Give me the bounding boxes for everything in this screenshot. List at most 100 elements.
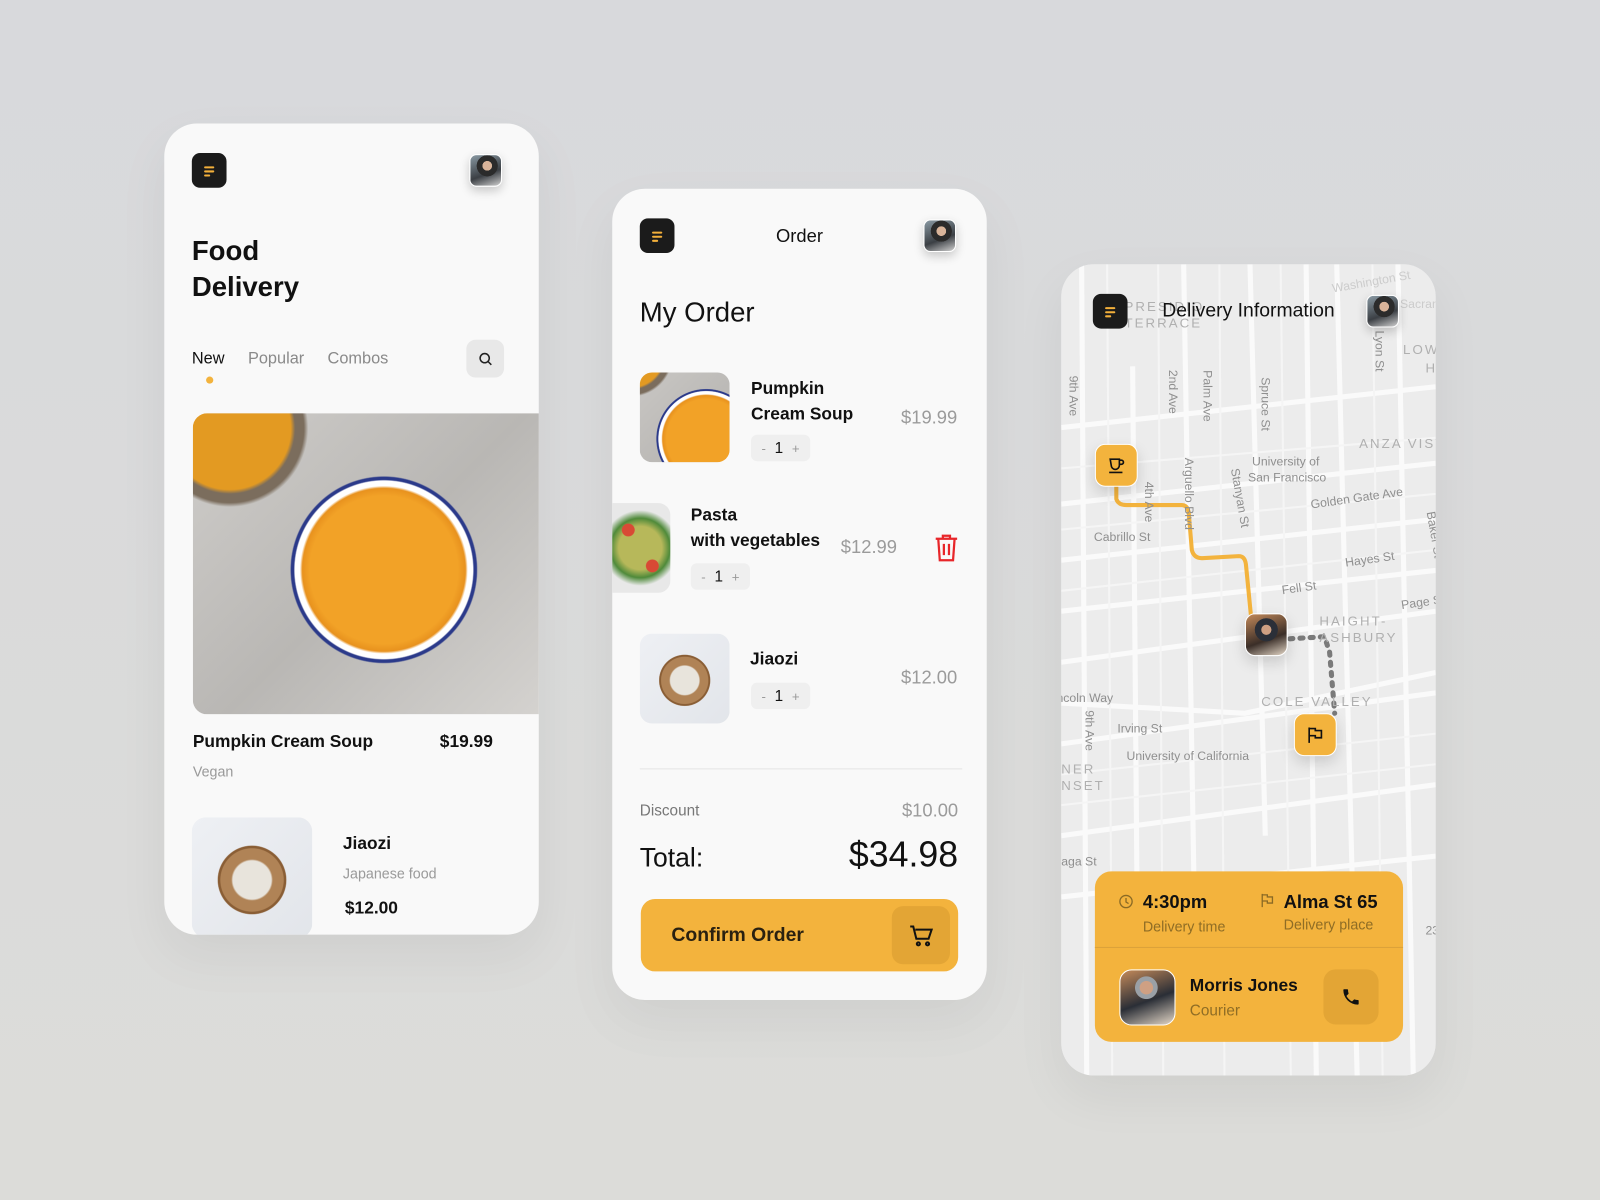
avatar[interactable] — [923, 219, 957, 253]
increment-button[interactable]: + — [792, 440, 800, 455]
map-label: Cabrillo St — [1093, 529, 1151, 544]
list-item-name[interactable]: Jiaozi — [343, 834, 391, 854]
featured-food-image[interactable] — [192, 413, 539, 715]
discount-label: Discount — [639, 802, 700, 820]
menu-button[interactable] — [191, 153, 227, 188]
confirm-order-button[interactable]: Confirm Order — [640, 898, 959, 972]
delivery-place-label: Delivery place — [1283, 916, 1374, 933]
phone-icon — [1343, 989, 1359, 1005]
order-item-price: $19.99 — [901, 407, 958, 428]
confirm-label: Confirm Order — [671, 924, 804, 946]
title-line: Delivery — [191, 271, 300, 303]
quantity-stepper[interactable]: -1 + — [751, 434, 811, 462]
map-label: NSET — [1061, 777, 1105, 793]
map-label: ANZA VISTA — [1359, 435, 1436, 452]
map-label: 9th Ave — [1066, 375, 1081, 417]
order-item-image — [639, 633, 730, 724]
map-label: 2nd Ave — [1165, 369, 1181, 414]
map-label: Palm Ave — [1200, 370, 1215, 422]
map-label: San Francisco — [1247, 470, 1327, 485]
delivery-time: 4:30pm — [1142, 891, 1208, 913]
destination-pin[interactable] — [1293, 713, 1337, 757]
courier-pin[interactable] — [1244, 613, 1288, 657]
map-label: Sacramento — [1399, 296, 1436, 312]
jiaozi-image[interactable] — [191, 817, 313, 935]
list-item-category: Japanese food — [342, 865, 437, 882]
map-label: Arguello Blvd — [1181, 457, 1197, 530]
courier-role: Courier — [1189, 1002, 1240, 1020]
map-label: COLE VALLEY — [1261, 693, 1373, 710]
order-item-name: Jiaozi — [749, 648, 799, 669]
map-label: University of California — [1126, 748, 1250, 764]
order-item-price: $12.00 — [901, 667, 958, 688]
featured-tag: Vegan — [192, 763, 234, 780]
trash-icon[interactable] — [934, 534, 960, 563]
cart-icon — [891, 906, 950, 965]
order-item-image — [612, 503, 671, 593]
header-title: Delivery Information — [1162, 299, 1335, 322]
map-label: NER — [1061, 761, 1096, 777]
order-item-price: $12.99 — [840, 536, 897, 558]
food-delivery-screen: Food Delivery New Popular Combos Pumpkin… — [164, 123, 539, 935]
quantity-stepper[interactable]: -1 + — [751, 682, 811, 710]
increment-button[interactable]: + — [792, 688, 800, 703]
total-label: Total: — [639, 841, 704, 873]
tab-new[interactable]: New — [192, 350, 225, 368]
order-screen: Order My Order Pumpkin Cream Soup -1 + $19… — [612, 188, 987, 1000]
map-label: Irving St — [1117, 721, 1163, 736]
total-value: $34.98 — [848, 834, 959, 875]
order-item-name: Pasta with vegetables — [690, 505, 821, 550]
coffee-cup-icon — [1109, 458, 1125, 474]
tab-popular[interactable]: Popular — [248, 350, 304, 368]
map-label: Lincoln Way — [1061, 690, 1114, 706]
quantity-value: 1 — [714, 567, 723, 586]
restaurant-pin[interactable] — [1094, 443, 1138, 487]
active-tab-dot — [206, 376, 214, 384]
tab-combos[interactable]: Combos — [328, 350, 389, 368]
avatar[interactable] — [469, 154, 503, 187]
quantity-stepper[interactable]: -1 + — [690, 563, 750, 590]
map-label: 9th Ave — [1082, 710, 1097, 751]
menu-button[interactable] — [1092, 293, 1128, 329]
list-item-price: $12.00 — [344, 897, 398, 918]
map-label: H — [1425, 360, 1435, 375]
map-label: 4th Ave — [1141, 481, 1157, 523]
map-label: University of — [1252, 454, 1320, 469]
clock-icon — [1119, 894, 1133, 909]
flag-icon — [1308, 727, 1323, 743]
search-button[interactable] — [466, 339, 505, 378]
quantity-value: 1 — [774, 439, 784, 457]
decrement-button[interactable]: - — [762, 440, 766, 455]
call-courier-button[interactable] — [1323, 969, 1379, 1025]
delivery-place: Alma St 65 — [1283, 891, 1378, 913]
delivery-screen: PRESIDIO TERRACE Washington St Sacrament… — [1061, 264, 1436, 1076]
decrement-button[interactable]: - — [762, 688, 766, 703]
map-label: 23 — [1425, 923, 1435, 938]
featured-name[interactable]: Pumpkin Cream Soup — [193, 732, 373, 752]
courier-name: Morris Jones — [1189, 975, 1298, 995]
quantity-value: 1 — [774, 687, 784, 705]
title-line: Food — [191, 235, 260, 267]
map-label: HAIGHT- — [1319, 613, 1388, 629]
map-label: LOW — [1403, 341, 1436, 358]
map-label: aga St — [1061, 854, 1097, 869]
courier-avatar — [1119, 969, 1176, 1026]
delivery-time-label: Delivery time — [1142, 918, 1226, 935]
map-label: Lyon St — [1372, 330, 1387, 372]
map-label: Spruce St — [1258, 377, 1273, 431]
delivery-info-panel: 4:30pm Delivery time Alma St 65 Delivery… — [1094, 871, 1404, 1042]
decrement-button[interactable]: - — [701, 569, 705, 584]
divider — [639, 768, 963, 770]
order-item-image — [639, 372, 730, 463]
flag-icon — [1261, 893, 1274, 908]
increment-button[interactable]: + — [732, 569, 740, 584]
order-item-name: Pumpkin Cream Soup — [751, 378, 854, 424]
page-title: My Order — [639, 296, 755, 328]
search-icon — [478, 352, 492, 365]
page-title: Food Delivery — [192, 234, 299, 305]
discount-value: $10.00 — [901, 799, 959, 821]
divider — [1094, 946, 1404, 948]
map-label: ASHBURY — [1319, 629, 1398, 645]
avatar[interactable] — [1366, 294, 1399, 328]
featured-price: $19.99 — [439, 731, 493, 752]
